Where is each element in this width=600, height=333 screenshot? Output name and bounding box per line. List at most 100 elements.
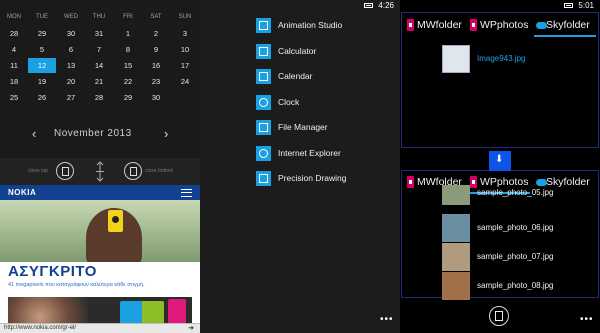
calendar-day[interactable]: 8 bbox=[114, 42, 142, 57]
menu-icon[interactable] bbox=[181, 189, 192, 197]
calendar-day[interactable]: 18 bbox=[0, 74, 28, 89]
calendar-day[interactable]: 21 bbox=[85, 74, 113, 89]
calendar-day[interactable]: 4 bbox=[0, 42, 28, 57]
calendar-day[interactable]: 20 bbox=[57, 74, 85, 89]
app-item-internet-explorer[interactable]: Internet Explorer bbox=[256, 145, 396, 163]
app-name: Precision Drawing bbox=[278, 173, 347, 183]
image-thumbnail bbox=[442, 243, 470, 271]
file-item[interactable]: sample_photo_06.jpg bbox=[442, 214, 592, 242]
calendar-day[interactable]: 30 bbox=[142, 90, 170, 105]
drawing-icon bbox=[256, 171, 271, 186]
file-item[interactable]: sample_photo_05.jpg bbox=[442, 185, 592, 205]
top-folder-tabs: MWfolder WPphotos Skyfolder bbox=[402, 15, 600, 37]
calendar-day[interactable]: 12 bbox=[28, 58, 56, 73]
calendar-icon-glyph bbox=[259, 72, 268, 81]
app-item-calendar[interactable]: Calendar bbox=[256, 68, 396, 86]
calendar-day[interactable]: 7 bbox=[85, 42, 113, 57]
calendar-day[interactable]: 10 bbox=[171, 42, 199, 57]
calendar-day[interactable]: 29 bbox=[114, 90, 142, 105]
app-item-animation-studio[interactable]: Animation Studio bbox=[256, 17, 396, 35]
weekday-label: SUN bbox=[178, 14, 192, 20]
film-icon-glyph bbox=[259, 21, 268, 30]
browser-view[interactable]: NOKIA ΑΣΥΓΚΡΙΤΟ 41 megapixels που καταγρ… bbox=[0, 185, 200, 333]
save-button[interactable] bbox=[489, 306, 509, 326]
folder-icon bbox=[256, 120, 271, 135]
month-label: November 2013 bbox=[54, 128, 132, 139]
calendar-day[interactable]: 19 bbox=[28, 74, 56, 89]
calendar-day[interactable]: 6 bbox=[57, 42, 85, 57]
app-name: Internet Explorer bbox=[278, 147, 341, 158]
file-name: Image943.jpg bbox=[477, 54, 526, 63]
close-top-button[interactable] bbox=[56, 162, 74, 180]
calendar-day[interactable]: 2 bbox=[142, 26, 170, 41]
calendar-day[interactable]: 15 bbox=[114, 58, 142, 73]
calculator-icon bbox=[256, 43, 271, 59]
folder-tab-skyfolder[interactable]: Skyfolder bbox=[534, 15, 596, 37]
calendar-day[interactable]: 13 bbox=[57, 58, 85, 73]
url-field[interactable]: http://www.nokia.com/gr-el/ bbox=[4, 325, 76, 331]
close-top-label: close top bbox=[28, 168, 49, 174]
folder-tab-wpphotos[interactable]: WPphotos bbox=[468, 15, 530, 37]
calendar-day[interactable]: 31 bbox=[85, 26, 113, 41]
calendar-day[interactable]: 26 bbox=[28, 90, 56, 105]
go-icon[interactable]: ➜ bbox=[188, 324, 194, 332]
folder-icon-glyph bbox=[259, 123, 268, 132]
file-name: sample_photo_07.jpg bbox=[477, 252, 554, 261]
file-item[interactable]: sample_photo_08.jpg bbox=[442, 272, 592, 300]
calendar-day[interactable]: 23 bbox=[142, 74, 170, 89]
app-item-calculator[interactable]: Calculator bbox=[256, 43, 396, 61]
calendar-day[interactable]: 24 bbox=[171, 74, 199, 89]
app-name: File Manager bbox=[278, 122, 328, 132]
weekday-header: MON TUE WED THU FRI SAT SUN bbox=[0, 14, 200, 24]
hero-phone bbox=[108, 210, 123, 232]
folder-tab-label: WPphotos bbox=[480, 19, 529, 31]
calendar-day[interactable]: 11 bbox=[0, 58, 28, 73]
image-thumbnail bbox=[442, 45, 470, 73]
calendar-day[interactable]: 30 bbox=[57, 26, 85, 41]
weekday-label: SAT bbox=[150, 14, 162, 20]
phone-icon bbox=[407, 176, 414, 188]
move-file-button[interactable]: ⬇ bbox=[489, 151, 511, 171]
calendar-day[interactable]: 28 bbox=[0, 26, 28, 41]
file-item[interactable]: sample_photo_07.jpg bbox=[442, 243, 592, 271]
close-bottom-icon bbox=[130, 167, 137, 176]
file-item[interactable]: Image943.jpg bbox=[442, 45, 592, 73]
app-item-clock[interactable]: Clock bbox=[256, 94, 396, 112]
calendar-day[interactable]: 9 bbox=[142, 42, 170, 57]
close-bottom-label: close bottom bbox=[145, 168, 174, 174]
folder-tab-label: MWfolder bbox=[417, 19, 462, 31]
app-name: Calendar bbox=[278, 71, 313, 81]
calendar-day[interactable]: 29 bbox=[28, 26, 56, 41]
calendar-day[interactable]: 25 bbox=[0, 90, 28, 105]
calendar-day[interactable]: 5 bbox=[28, 42, 56, 57]
file-app-bar-more-icon[interactable]: ••• bbox=[580, 315, 594, 325]
calendar-day[interactable]: 14 bbox=[85, 58, 113, 73]
app-item-file-manager[interactable]: File Manager bbox=[256, 119, 396, 137]
resize-handle-icon[interactable] bbox=[95, 161, 105, 182]
nokia-logo[interactable]: NOKIA bbox=[8, 188, 36, 197]
app-bar-more-icon[interactable]: ••• bbox=[380, 315, 394, 325]
calendar-day[interactable]: 28 bbox=[85, 90, 113, 105]
page-headline: ΑΣΥΓΚΡΙΤΟ bbox=[8, 263, 97, 280]
calendar-day[interactable]: 1 bbox=[114, 26, 142, 41]
image-thumbnail bbox=[442, 214, 470, 242]
calendar-day[interactable]: 16 bbox=[142, 58, 170, 73]
calendar-day[interactable]: 27 bbox=[57, 90, 85, 105]
bottom-pane: MWfolder WPphotos Skyfolder sample_photo_0… bbox=[401, 170, 599, 300]
app-item-precision-drawing[interactable]: Precision Drawing bbox=[256, 170, 396, 188]
calendar-day[interactable]: 17 bbox=[171, 58, 199, 73]
calendar-icon bbox=[256, 69, 271, 84]
folder-tab-label: Skyfolder bbox=[546, 19, 590, 31]
save-icon bbox=[495, 311, 503, 321]
prev-month-icon[interactable]: ‹ bbox=[32, 126, 36, 142]
calendar-day[interactable]: 3 bbox=[171, 26, 199, 41]
page-subheadline[interactable]: 41 megapixels που καταγράφουν καλύτερα κ… bbox=[8, 282, 193, 289]
calendar-day[interactable]: 22 bbox=[114, 74, 142, 89]
ie-icon-glyph bbox=[259, 148, 268, 158]
close-bottom-button[interactable] bbox=[124, 162, 142, 180]
next-month-icon[interactable]: › bbox=[164, 126, 168, 142]
download-arrow-icon: ⬇ bbox=[495, 154, 504, 165]
address-bar[interactable]: http://www.nokia.com/gr-el/ ➜ bbox=[0, 323, 200, 333]
site-header: NOKIA bbox=[0, 185, 200, 200]
folder-tab-mwfolder[interactable]: MWfolder bbox=[405, 15, 465, 37]
